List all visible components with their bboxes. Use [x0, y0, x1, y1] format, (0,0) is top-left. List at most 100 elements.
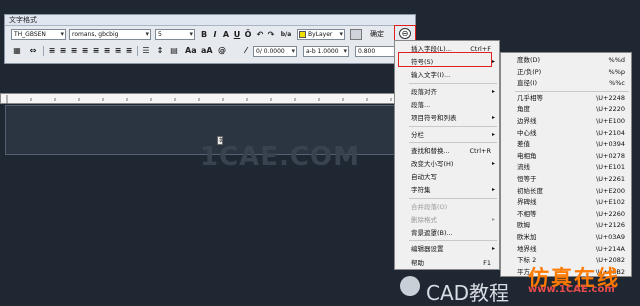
- context-menu-item[interactable]: 输入文字(I)...: [395, 69, 499, 81]
- symbol-menu-item[interactable]: 中心线 \U+2104: [501, 128, 631, 139]
- numbering-icon[interactable]: ☰: [141, 46, 151, 56]
- symbol-label: 正/负(P): [517, 67, 542, 76]
- menu-separator: [409, 240, 497, 241]
- symbol-menu-item[interactable]: 几乎相等 \U+2248: [501, 93, 631, 104]
- symbol-menu-item[interactable]: 差值 \U+0394: [501, 139, 631, 150]
- stack-button[interactable]: b/a: [279, 30, 293, 40]
- options-icon[interactable]: ⊖: [399, 28, 411, 39]
- symbol-menu-item[interactable]: 度数(D) %%d: [501, 55, 631, 66]
- font-dropdown[interactable]: romans, gbcbig: [69, 29, 151, 40]
- ruler-icon[interactable]: [350, 29, 362, 40]
- window-title: 文字格式: [5, 15, 415, 26]
- menu-separator: [409, 126, 497, 127]
- align-top-icon[interactable]: ≡: [102, 46, 112, 56]
- symbol-label: 界碑线: [517, 198, 537, 207]
- tracking-input[interactable]: a-b 1.0000: [303, 46, 349, 57]
- submenu-arrow-icon: ▸: [491, 114, 495, 121]
- symbol-menu-item[interactable]: 恒等于 \U+2261: [501, 174, 631, 185]
- symbol-label: 度数(D): [517, 56, 541, 64]
- align-mid-icon[interactable]: ≡: [113, 46, 123, 56]
- symbol-menu-item[interactable]: 电相角 \U+0278: [501, 151, 631, 162]
- context-menu-item[interactable]: 帮助 F1: [395, 257, 499, 269]
- submenu-arrow-icon: ▸: [491, 245, 495, 252]
- symbol-menu-item[interactable]: 初始长度 \U+E200: [501, 186, 631, 197]
- context-menu-item[interactable]: 段落对齐 ▸: [395, 86, 499, 98]
- ok-button[interactable]: 确定: [370, 29, 384, 40]
- uppercase-icon[interactable]: Aa: [185, 46, 197, 56]
- symbol-code: \U+E200: [596, 186, 625, 195]
- lowercase-icon[interactable]: aA: [201, 46, 213, 56]
- context-menu-item[interactable]: 自动大写: [395, 171, 499, 183]
- align-center-icon[interactable]: ≡: [58, 46, 68, 56]
- menu-item-label: 项目符号和列表: [411, 114, 457, 122]
- symbol-menu-item[interactable]: 正/负(P) %%p: [501, 67, 631, 78]
- menu-item-label: 背景遮罩(B)...: [411, 229, 453, 237]
- symbol-menu-item[interactable]: 角度 \U+2220: [501, 104, 631, 115]
- justify-icon[interactable]: ⇔: [27, 46, 39, 56]
- submenu-arrow-icon: ▸: [491, 186, 495, 193]
- menu-separator: [409, 142, 497, 143]
- context-menu-item[interactable]: 查找和替换... Ctrl+R: [395, 145, 499, 157]
- text-ruler[interactable]: [0, 93, 396, 104]
- menu-item-label: 段落...: [411, 101, 431, 109]
- menu-item-label: 输入文字(I)...: [411, 71, 451, 79]
- symbol-icon[interactable]: @: [217, 46, 227, 56]
- symbol-label: 差值: [517, 140, 530, 149]
- align-right-icon[interactable]: ≡: [69, 46, 79, 56]
- context-menu-item: 删除格式 ▸: [395, 214, 499, 226]
- context-menu-item[interactable]: 背景遮罩(B)...: [395, 227, 499, 239]
- symbol-code: \U+2260: [596, 209, 625, 218]
- strike-button[interactable]: A: [221, 30, 231, 40]
- brand-url: www.1CAE.com: [528, 284, 615, 295]
- style-dropdown[interactable]: TH_GBSEN: [11, 29, 66, 40]
- symbol-code: %%d: [608, 56, 625, 64]
- undo-button[interactable]: ↶: [255, 30, 265, 40]
- submenu-arrow-icon: ▸: [491, 88, 495, 95]
- context-menu-item[interactable]: 改变大小写(H) ▸: [395, 158, 499, 170]
- divider: [137, 46, 138, 56]
- symbol-code: \U+214A: [595, 244, 625, 253]
- symbol-label: 直径(I): [517, 79, 537, 88]
- symbol-code: \U+E102: [596, 198, 625, 207]
- symbol-menu-item[interactable]: 地界线 \U+214A: [501, 244, 631, 255]
- context-menu-item[interactable]: 编辑器设置 ▸: [395, 243, 499, 255]
- symbol-code: \U+2261: [596, 175, 625, 183]
- align-bottom-icon[interactable]: ≡: [124, 46, 134, 56]
- context-menu-item[interactable]: 项目符号和列表 ▸: [395, 112, 499, 124]
- text-height-dropdown[interactable]: 5: [155, 29, 195, 40]
- symbol-menu-item[interactable]: 欧米加 \U+03A9: [501, 232, 631, 243]
- align-justify-icon[interactable]: ≡: [80, 46, 90, 56]
- line-spacing-icon[interactable]: ↕: [155, 46, 165, 56]
- context-menu-item[interactable]: 字符集 ▸: [395, 184, 499, 196]
- menu-item-label: 自动大写: [411, 173, 437, 181]
- symbol-menu-item[interactable]: 不相等 \U+2260: [501, 209, 631, 220]
- menu-separator: [515, 90, 629, 92]
- insert-field-icon[interactable]: ▤: [169, 46, 179, 56]
- underline-button[interactable]: U: [232, 30, 242, 40]
- context-menu-item[interactable]: 段落...: [395, 99, 499, 111]
- align-left-icon[interactable]: ≡: [47, 46, 57, 56]
- overline-button[interactable]: Ō: [243, 30, 253, 40]
- symbol-label: 角度: [517, 105, 530, 114]
- context-menu-item[interactable]: 分栏 ▸: [395, 129, 499, 141]
- bold-button[interactable]: B: [199, 30, 209, 40]
- context-menu: 插入字段(L)... Ctrl+F 符号(S) ▸ 输入文字(I)... 段落对齐 ▸ 段落.…: [394, 40, 500, 270]
- symbol-code: \U+2126: [596, 221, 625, 230]
- align-distribute-icon[interactable]: ≡: [91, 46, 101, 56]
- symbol-menu-item[interactable]: 欧姆 \U+2126: [501, 220, 631, 231]
- redo-button[interactable]: ↷: [266, 30, 276, 40]
- divider: [43, 46, 44, 56]
- columns-icon[interactable]: ▦: [11, 46, 23, 56]
- symbol-label: 恒等于: [517, 175, 537, 183]
- menu-item-shortcut: F1: [483, 259, 491, 267]
- context-menu-item: 合并段落(O): [395, 201, 499, 213]
- symbol-label: 初始长度: [517, 186, 543, 195]
- submenu-arrow-icon: ▸: [491, 131, 495, 138]
- symbol-menu-item[interactable]: 直径(I) %%c: [501, 78, 631, 89]
- oblique-angle-input[interactable]: 0/ 0.0000: [253, 46, 297, 57]
- italic-button[interactable]: I: [210, 30, 220, 40]
- symbol-menu-item[interactable]: 流线 \U+E101: [501, 162, 631, 173]
- symbol-menu-item[interactable]: 边界线 \U+E100: [501, 116, 631, 127]
- menu-separator: [409, 83, 497, 84]
- symbol-menu-item[interactable]: 界碑线 \U+E102: [501, 197, 631, 208]
